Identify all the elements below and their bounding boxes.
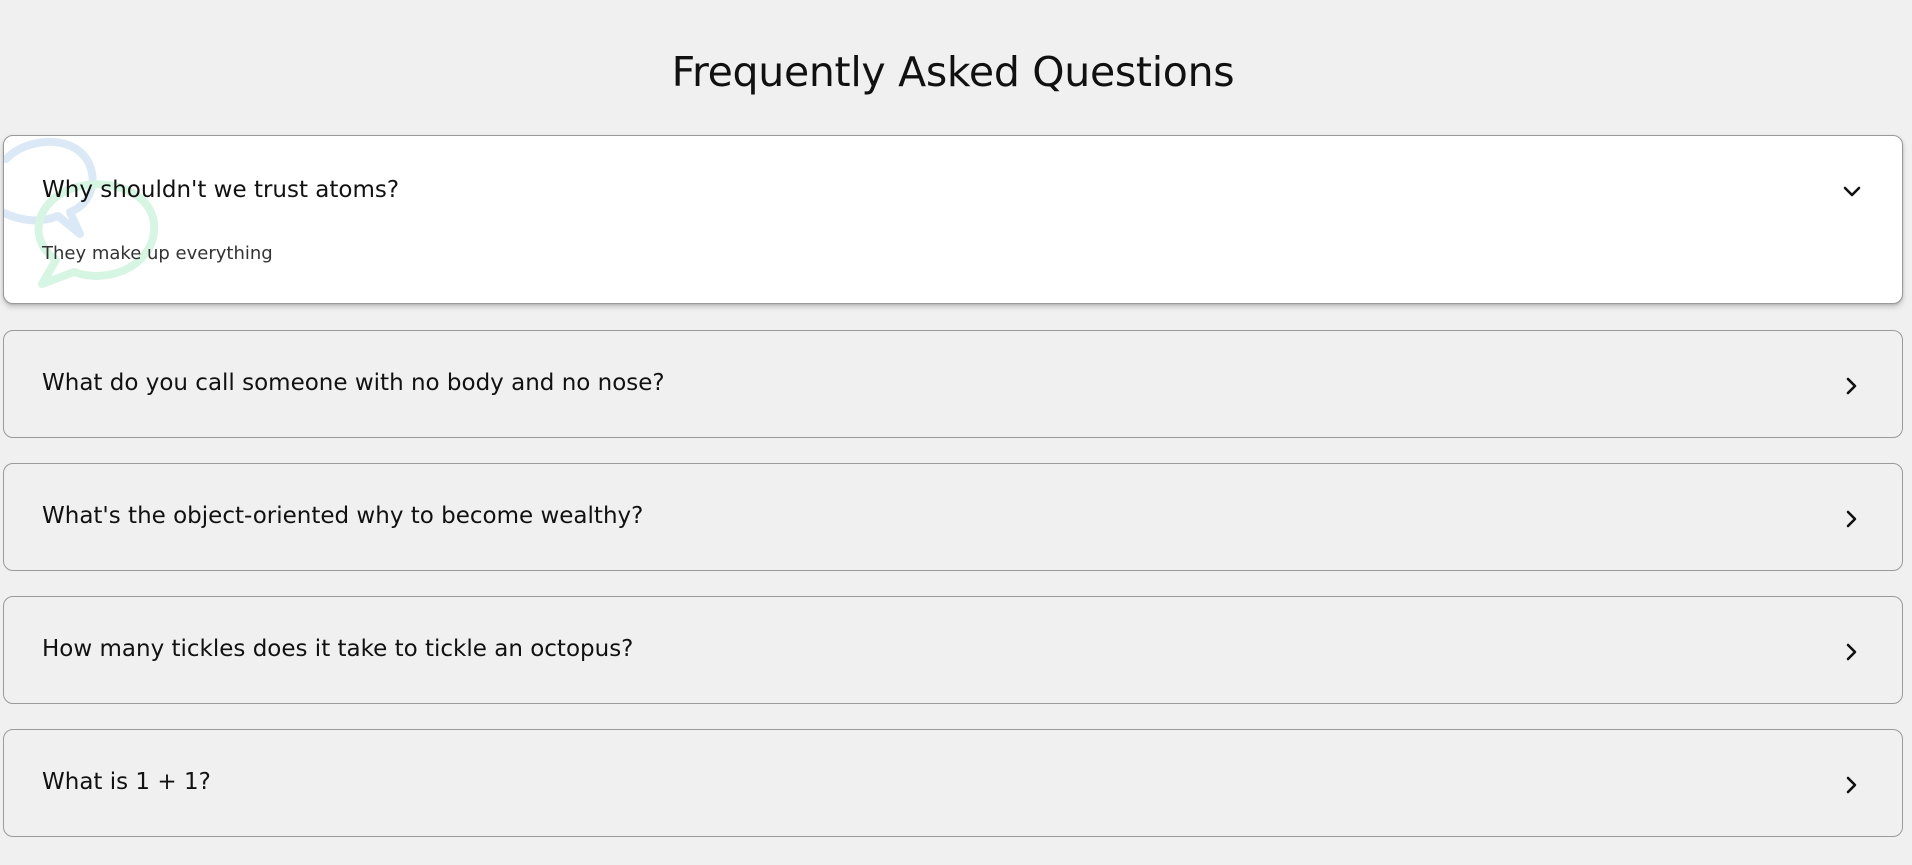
faq-question: What is 1 + 1? [42,769,211,795]
faq-question: Why shouldn't we trust atoms? [42,177,400,203]
chevron-down-icon [1843,186,1861,197]
faq-answer: They make up everything [42,243,273,264]
faq-item-4[interactable]: How many tickles does it take to tickle … [3,596,1903,704]
faq-item-2[interactable]: What do you call someone with no body an… [3,330,1903,438]
chevron-right-icon [1846,377,1857,395]
faq-page: Frequently Asked Questions Why shouldn't… [0,0,1912,865]
faq-question: How many tickles does it take to tickle … [42,636,634,662]
faq-list: Why shouldn't we trust atoms? They make … [3,135,1903,862]
faq-toggle-button[interactable] [1840,507,1864,531]
faq-item-3[interactable]: What's the object-oriented why to become… [3,463,1903,571]
faq-question: What's the object-oriented why to become… [42,503,644,529]
speech-bubbles-icon [4,137,159,288]
chevron-right-icon [1846,510,1857,528]
chevron-right-icon [1846,643,1857,661]
chevron-right-icon [1846,776,1857,794]
faq-toggle-button[interactable] [1840,374,1864,398]
faq-toggle-button[interactable] [1840,180,1864,204]
faq-item-1[interactable]: Why shouldn't we trust atoms? They make … [3,135,1903,304]
faq-toggle-button[interactable] [1840,640,1864,664]
faq-toggle-button[interactable] [1840,773,1864,797]
faq-item-5[interactable]: What is 1 + 1? [3,729,1903,837]
page-title: Frequently Asked Questions [671,48,1235,96]
faq-question: What do you call someone with no body an… [42,370,665,396]
